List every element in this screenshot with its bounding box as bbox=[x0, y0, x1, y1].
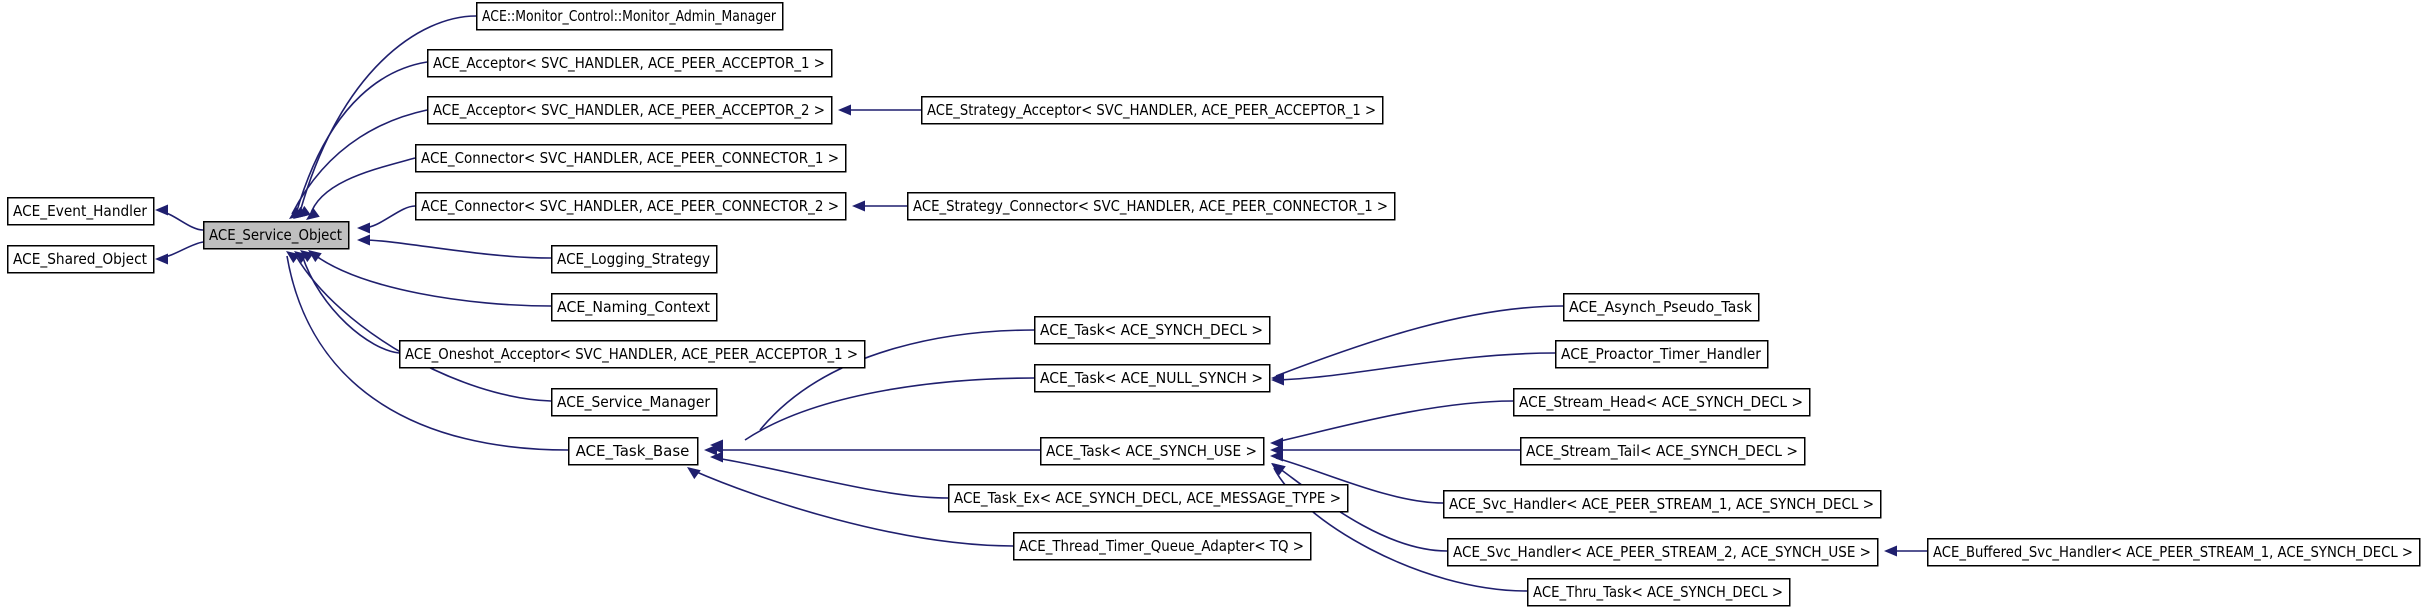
class-node[interactable]: ACE_Stream_Head< ACE_SYNCH_DECL > bbox=[1513, 388, 1811, 417]
inheritance-edge bbox=[300, 250, 400, 354]
class-node-label: ACE_Event_Handler bbox=[13, 202, 148, 221]
class-node[interactable]: ACE_Strategy_Connector< SVC_HANDLER, ACE… bbox=[907, 192, 1396, 221]
class-node[interactable]: ACE_Buffered_Svc_Handler< ACE_PEER_STREA… bbox=[1927, 538, 2421, 567]
class-node-label: ACE_Thru_Task< ACE_SYNCH_DECL > bbox=[1533, 583, 1783, 602]
inheritance-edge bbox=[294, 251, 552, 402]
inheritance-arrowhead bbox=[357, 222, 370, 234]
inheritance-arrowhead bbox=[357, 234, 370, 246]
class-node-label: ACE_Connector< SVC_HANDLER, ACE_PEER_CON… bbox=[421, 149, 839, 168]
inheritance-edge bbox=[155, 241, 204, 265]
class-node-label: ACE_Connector< SVC_HANDLER, ACE_PEER_CON… bbox=[421, 197, 839, 216]
class-node[interactable]: ACE_Thread_Timer_Queue_Adapter< TQ > bbox=[1013, 532, 1312, 561]
inheritance-edge bbox=[155, 204, 204, 231]
class-node-label: ACE_Logging_Strategy bbox=[557, 250, 710, 269]
class-node[interactable]: ACE_Event_Handler bbox=[7, 197, 155, 226]
class-node[interactable]: ACE_Task< ACE_NULL_SYNCH > bbox=[1034, 364, 1271, 393]
class-node-label: ACE_Oneshot_Acceptor< SVC_HANDLER, ACE_P… bbox=[405, 345, 858, 364]
class-node[interactable]: ACE_Stream_Tail< ACE_SYNCH_DECL > bbox=[1520, 437, 1806, 466]
inheritance-arrowhead bbox=[155, 253, 168, 265]
class-node-label: ACE_Service_Manager bbox=[557, 393, 711, 412]
class-node[interactable]: ACE_Task_Base bbox=[568, 437, 699, 466]
class-node[interactable]: ACE_Shared_Object bbox=[7, 245, 155, 274]
class-node-label: ACE_Strategy_Connector< SVC_HANDLER, ACE… bbox=[913, 197, 1388, 216]
class-node-label: ACE_Acceptor< SVC_HANDLER, ACE_PEER_ACCE… bbox=[433, 54, 825, 73]
class-node[interactable]: ACE_Strategy_Acceptor< SVC_HANDLER, ACE_… bbox=[921, 96, 1384, 125]
class-node-label: ACE_Task< ACE_NULL_SYNCH > bbox=[1040, 369, 1263, 388]
inheritance-edge bbox=[852, 200, 907, 212]
inheritance-edge bbox=[1884, 545, 1927, 557]
class-node-label: ACE::Monitor_Control::Monitor_Admin_Mana… bbox=[482, 7, 777, 26]
class-node[interactable]: ACE_Svc_Handler< ACE_PEER_STREAM_1, ACE_… bbox=[1443, 490, 1882, 519]
class-node-label: ACE_Stream_Head< ACE_SYNCH_DECL > bbox=[1519, 393, 1803, 412]
inheritance-arrowhead bbox=[155, 204, 168, 216]
inheritance-edge bbox=[1270, 444, 1520, 456]
inheritance-edge bbox=[710, 377, 1035, 454]
inheritance-arrowhead bbox=[838, 104, 851, 116]
class-node[interactable]: ACE_Task_Ex< ACE_SYNCH_DECL, ACE_MESSAGE… bbox=[948, 484, 1349, 513]
class-node[interactable]: ACE_Task< ACE_SYNCH_USE > bbox=[1040, 437, 1265, 466]
class-node[interactable]: ACE_Logging_Strategy bbox=[551, 245, 718, 274]
inheritance-edge bbox=[357, 205, 416, 234]
nodes-layer: ACE_Event_Handler ACE_Shared_Object ACE_Se… bbox=[7, 2, 2421, 607]
class-node[interactable]: ACE_Thru_Task< ACE_SYNCH_DECL > bbox=[1527, 578, 1791, 607]
inheritance-diagram: ACE_Event_Handler ACE_Shared_Object ACE_Se… bbox=[0, 0, 2427, 611]
class-node-label: ACE_Task_Base bbox=[576, 442, 690, 461]
class-node-label: ACE_Task_Ex< ACE_SYNCH_DECL, ACE_MESSAGE… bbox=[954, 489, 1341, 508]
inheritance-edge bbox=[1271, 305, 1564, 384]
class-node-label: ACE_Acceptor< SVC_HANDLER, ACE_PEER_ACCE… bbox=[433, 101, 825, 120]
class-node-label: ACE_Buffered_Svc_Handler< ACE_PEER_STREA… bbox=[1933, 543, 2413, 562]
class-node[interactable]: ACE_Task< ACE_SYNCH_DECL > bbox=[1034, 316, 1271, 345]
class-node-label: ACE_Stream_Tail< ACE_SYNCH_DECL > bbox=[1526, 442, 1798, 461]
class-node-label: ACE_Task< ACE_SYNCH_USE > bbox=[1046, 442, 1257, 461]
class-node[interactable]: ACE_Svc_Handler< ACE_PEER_STREAM_2, ACE_… bbox=[1447, 538, 1879, 567]
class-node-label: ACE_Naming_Context bbox=[557, 298, 710, 317]
inheritance-edge bbox=[289, 109, 428, 219]
class-node-label: ACE_Svc_Handler< ACE_PEER_STREAM_2, ACE_… bbox=[1453, 543, 1871, 562]
class-node-label: ACE_Service_Object bbox=[209, 226, 342, 245]
class-node-label: ACE_Thread_Timer_Queue_Adapter< TQ > bbox=[1019, 537, 1304, 556]
class-node-label: ACE_Strategy_Acceptor< SVC_HANDLER, ACE_… bbox=[927, 101, 1376, 120]
class-node[interactable]: ACE_Asynch_Pseudo_Task bbox=[1563, 293, 1760, 322]
inheritance-edge bbox=[308, 250, 552, 307]
class-node-label: ACE_Asynch_Pseudo_Task bbox=[1569, 298, 1752, 317]
class-node[interactable]: ACE_Connector< SVC_HANDLER, ACE_PEER_CON… bbox=[415, 192, 847, 221]
inheritance-arrowhead bbox=[852, 200, 865, 212]
class-node-label: ACE_Shared_Object bbox=[13, 250, 147, 269]
inheritance-graph-svg: ACE_Event_Handler ACE_Shared_Object ACE_Se… bbox=[7, 2, 2421, 607]
inheritance-edge bbox=[1272, 463, 1528, 592]
class-node-label: ACE_Svc_Handler< ACE_PEER_STREAM_1, ACE_… bbox=[1449, 495, 1874, 514]
class-node[interactable]: ACE::Monitor_Control::Monitor_Admin_Mana… bbox=[476, 2, 784, 31]
inheritance-edge bbox=[1270, 400, 1514, 449]
class-node[interactable]: ACE_Acceptor< SVC_HANDLER, ACE_PEER_ACCE… bbox=[427, 49, 833, 78]
inheritance-arrowhead bbox=[704, 444, 717, 456]
class-node[interactable]: ACE_Oneshot_Acceptor< SVC_HANDLER, ACE_P… bbox=[399, 340, 866, 369]
class-node[interactable]: ACE_Naming_Context bbox=[551, 293, 718, 322]
inheritance-edge bbox=[1271, 352, 1556, 386]
class-node[interactable]: ACE_Acceptor< SVC_HANDLER, ACE_PEER_ACCE… bbox=[427, 96, 833, 125]
class-node[interactable]: ACE_Proactor_Timer_Handler bbox=[1555, 340, 1769, 369]
class-node-label: ACE_Task< ACE_SYNCH_DECL > bbox=[1040, 321, 1263, 340]
inheritance-edge bbox=[838, 104, 921, 116]
inheritance-edge bbox=[306, 157, 416, 220]
inheritance-arrowhead bbox=[1884, 545, 1897, 557]
class-node[interactable]: ACE_Service_Object bbox=[203, 221, 350, 250]
class-node[interactable]: ACE_Service_Manager bbox=[551, 388, 718, 417]
class-node-label: ACE_Proactor_Timer_Handler bbox=[1561, 345, 1762, 364]
inheritance-edge bbox=[357, 234, 552, 259]
class-node[interactable]: ACE_Connector< SVC_HANDLER, ACE_PEER_CON… bbox=[415, 144, 847, 173]
inheritance-edge bbox=[704, 444, 1040, 456]
